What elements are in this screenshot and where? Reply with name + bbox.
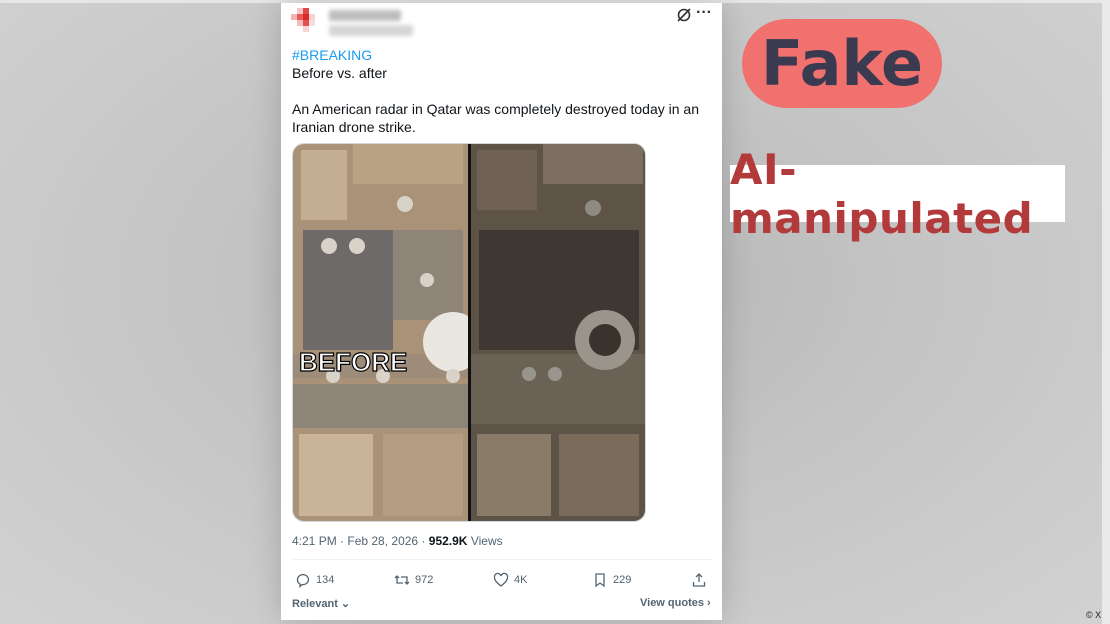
bookmark-icon — [595, 573, 605, 588]
like-button[interactable]: 4K — [493, 571, 527, 589]
post-meta: 4:21 PM · Feb 28, 2026 · 952.9K Views — [292, 534, 503, 548]
post-subtitle: Before vs. after — [292, 65, 387, 81]
share-button[interactable] — [691, 571, 707, 589]
sort-label: Relevant — [292, 598, 338, 610]
views-label: Views — [470, 534, 503, 548]
fake-verdict-badge: Fake — [742, 19, 942, 108]
reply-button[interactable]: 134 — [295, 571, 334, 589]
sort-dropdown[interactable]: Relevant ⌄ — [292, 597, 350, 610]
grok-icon[interactable] — [675, 6, 693, 24]
share-icon — [692, 573, 706, 587]
bookmark-button[interactable]: 229 — [592, 571, 631, 589]
divider — [292, 559, 712, 560]
copyright-icon: © — [1086, 610, 1093, 620]
post-image[interactable]: BEFORE — [292, 143, 646, 522]
author-handle-redacted[interactable] — [329, 25, 413, 36]
more-icon[interactable]: ··· — [695, 3, 713, 23]
repost-count: 972 — [415, 574, 434, 586]
author-name-redacted[interactable] — [329, 10, 401, 21]
repost-icon — [394, 575, 410, 585]
hashtag-link[interactable]: #BREAKING — [292, 47, 372, 63]
reply-icon — [296, 573, 310, 588]
ai-manipulated-label: AI-manipulated — [730, 145, 1065, 243]
view-quotes-link[interactable]: View quotes › — [640, 597, 711, 609]
right-border — [1102, 0, 1110, 624]
view-quotes-label: View quotes — [640, 597, 704, 609]
repost-button[interactable]: 972 — [394, 571, 433, 589]
views-count: 952.9K — [428, 534, 468, 548]
post-body: An American radar in Qatar was completel… — [292, 101, 699, 135]
image-credit: © X — [1086, 610, 1101, 620]
bookmark-count: 229 — [613, 574, 632, 586]
avatar[interactable] — [289, 5, 323, 39]
like-icon — [493, 572, 509, 587]
chevron-right-icon: › — [703, 597, 711, 609]
post-time[interactable]: 4:21 PM — [292, 534, 337, 548]
chevron-down-icon: ⌄ — [337, 598, 351, 610]
tweet-card: ··· #BREAKING Before vs. after An Americ… — [281, 3, 722, 620]
like-count: 4K — [514, 574, 528, 586]
reply-count: 134 — [316, 574, 335, 586]
before-image-label: BEFORE — [299, 347, 407, 377]
post-date[interactable]: Feb 28, 2026 — [347, 534, 418, 548]
credit-source: X — [1095, 610, 1102, 620]
